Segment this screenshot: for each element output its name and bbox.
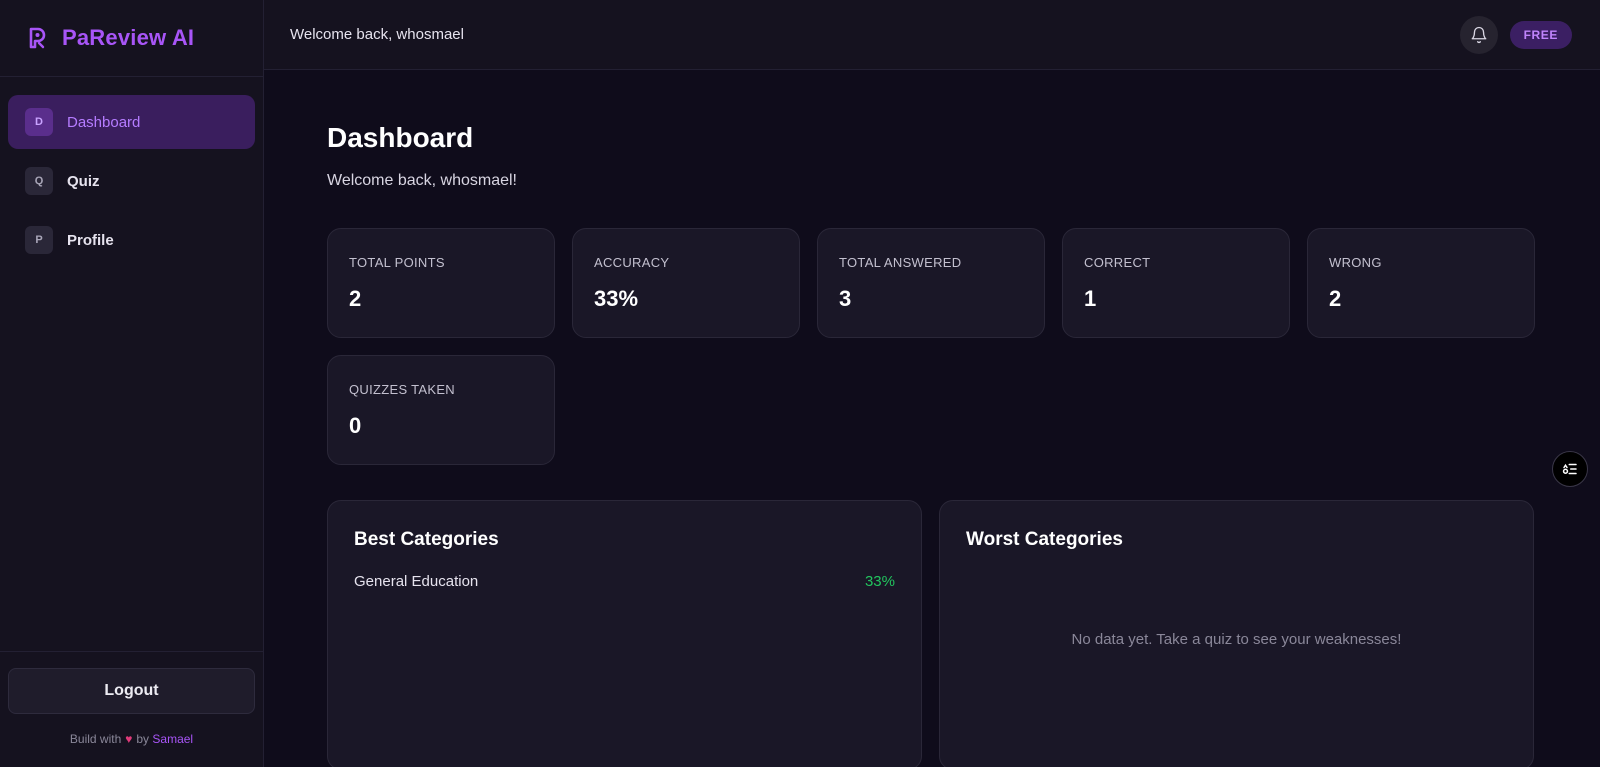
sidebar-nav: D Dashboard Q Quiz P Profile xyxy=(0,77,263,267)
list-item: General Education 33% xyxy=(354,573,895,590)
stat-label: CORRECT xyxy=(1084,255,1151,270)
stat-card-total-points: TOTAL POINTS 2 xyxy=(327,228,555,338)
best-categories-panel: Best Categories General Education 33% xyxy=(327,500,922,767)
page-subtitle: Welcome back, whosmael! xyxy=(327,172,517,189)
empty-state-message: No data yet. Take a quiz to see your wea… xyxy=(1071,631,1402,648)
sidebar-footer: Logout Build with ♥ by Samael xyxy=(0,651,263,767)
stat-value: 2 xyxy=(349,286,362,311)
stat-card-total-answered: TOTAL ANSWERED 3 xyxy=(817,228,1045,338)
category-percent: 33% xyxy=(864,573,895,590)
stat-value: 0 xyxy=(349,413,362,438)
stat-value: 1 xyxy=(1084,286,1097,311)
stat-card-accuracy: ACCURACY 33% xyxy=(572,228,800,338)
stat-card-correct: CORRECT 1 xyxy=(1062,228,1290,338)
brand[interactable]: PaReview AI xyxy=(0,0,263,77)
sidebar-item-quiz[interactable]: Q Quiz xyxy=(8,154,255,208)
brand-name: PaReview AI xyxy=(62,25,195,50)
nav-badge: D xyxy=(25,108,53,136)
stats-grid: TOTAL POINTS 2 ACCURACY 33% TOTAL ANSWER… xyxy=(327,228,1535,465)
notifications-button[interactable] xyxy=(1459,16,1498,54)
sidebar-item-dashboard[interactable]: D Dashboard xyxy=(8,95,255,149)
main-content: Dashboard Welcome back, whosmael! TOTAL … xyxy=(264,70,1600,767)
panel-title: Worst Categories xyxy=(966,529,1123,550)
app-root: PaReview AI D Dashboard Q Quiz P Profile… xyxy=(0,0,1600,767)
stat-value: 3 xyxy=(839,286,852,311)
logout-button[interactable]: Logout xyxy=(8,668,255,714)
stat-label: QUIZZES TAKEN xyxy=(349,382,455,397)
credit-by: by xyxy=(136,732,150,746)
sidebar-item-profile[interactable]: P Profile xyxy=(8,213,255,267)
stat-value: 33% xyxy=(594,286,639,311)
category-panels: Best Categories General Education 33% Wo… xyxy=(327,500,1534,767)
sidebar: PaReview AI D Dashboard Q Quiz P Profile… xyxy=(0,0,264,767)
sidebar-item-label: Quiz xyxy=(67,172,100,190)
stat-card-wrong: WRONG 2 xyxy=(1307,228,1535,338)
page-title: Dashboard xyxy=(327,122,474,153)
category-name: General Education xyxy=(354,573,479,590)
topbar-actions: FREE xyxy=(1459,16,1572,54)
stat-label: TOTAL ANSWERED xyxy=(839,255,962,270)
heart-icon: ♥ xyxy=(125,732,133,746)
panel-title: Best Categories xyxy=(354,529,499,550)
credit-line: Build with ♥ by Samael xyxy=(8,732,255,746)
worst-categories-panel: Worst Categories No data yet. Take a qui… xyxy=(939,500,1534,767)
stat-value: 2 xyxy=(1329,286,1342,311)
nav-badge: P xyxy=(25,226,53,254)
stat-label: WRONG xyxy=(1329,255,1382,270)
sidebar-item-label: Profile xyxy=(67,231,114,249)
credit-author-link[interactable]: Samael xyxy=(152,732,193,746)
brand-logo-icon xyxy=(29,27,46,49)
stat-card-quizzes-taken: QUIZZES TAKEN 0 xyxy=(327,355,555,465)
nav-badge: Q xyxy=(25,167,53,195)
topbar: Welcome back, whosmael FREE xyxy=(264,0,1600,70)
sidebar-item-label: Dashboard xyxy=(67,113,141,131)
filter-list-icon xyxy=(1562,463,1577,475)
topbar-welcome: Welcome back, whosmael xyxy=(290,26,464,43)
credit-prefix: Build with xyxy=(69,732,122,746)
stat-label: ACCURACY xyxy=(594,255,670,270)
floating-action-button[interactable] xyxy=(1552,451,1588,487)
bell-icon xyxy=(1471,26,1487,44)
plan-badge: FREE xyxy=(1509,21,1572,49)
stat-label: TOTAL POINTS xyxy=(349,255,445,270)
